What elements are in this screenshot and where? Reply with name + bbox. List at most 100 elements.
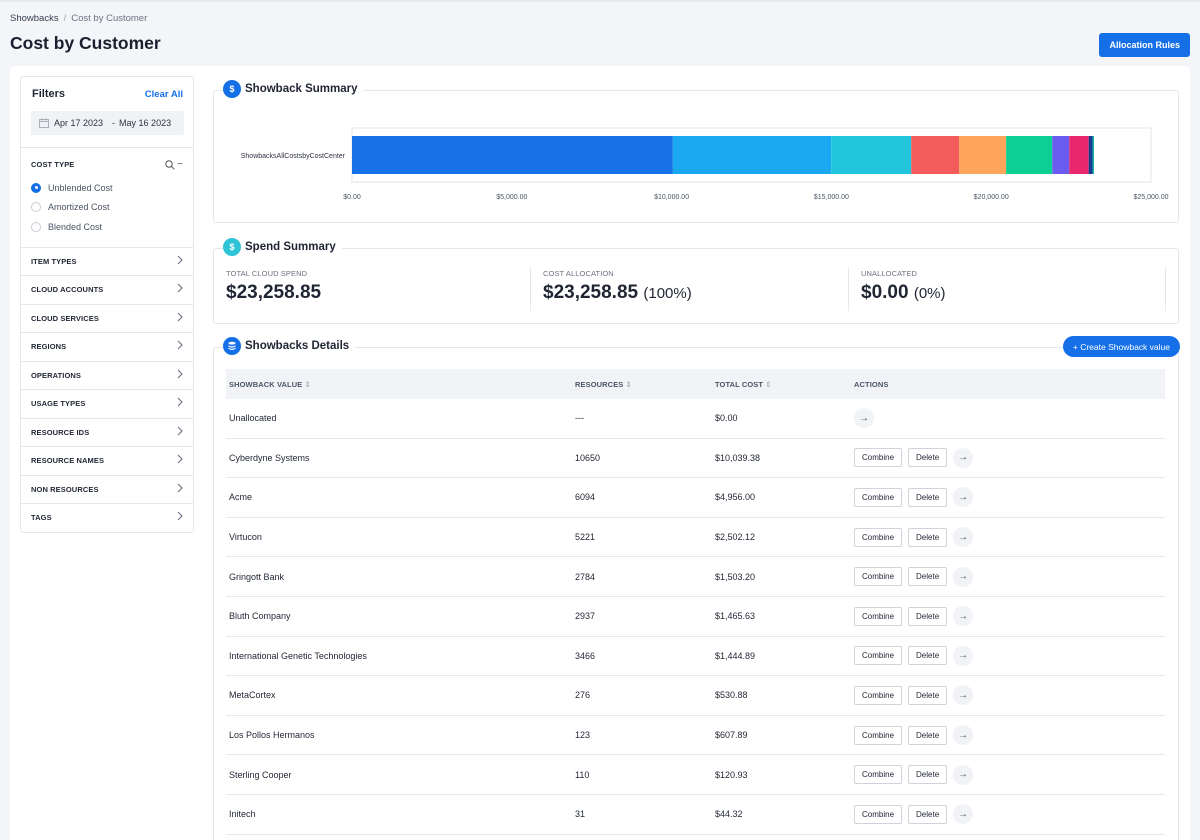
filter-category-usage-types[interactable]: USAGE TYPES [21,389,193,418]
filter-category-resource-ids[interactable]: RESOURCE IDS [21,417,193,447]
combine-button[interactable]: Combine [854,646,903,666]
cost-type-option[interactable]: Amortized Cost [31,198,183,218]
resources-cell: 5221 [575,532,596,543]
search-icon[interactable] [165,159,175,170]
delete-button[interactable]: Delete [908,448,948,468]
arrow-right-icon[interactable]: → [953,606,974,627]
arrow-right-icon[interactable]: → [953,725,974,746]
resources-cell: 110 [575,769,590,780]
spend-divider-3 [1165,267,1166,311]
radio-button[interactable] [31,182,41,193]
content-frame: Filters Clear All Apr 17 2023 - May 16 2… [10,66,1190,840]
table-row: Initech 31 $44.32 Combine Delete → [226,795,1165,835]
bar-segment [1069,136,1089,174]
chevron-right-icon [177,454,183,467]
arrow-right-icon[interactable]: → [953,804,974,825]
unallocated-value-row: $0.00 (0%) [861,282,946,304]
date-separator: - [112,118,116,128]
cost-type-label: COST TYPE [31,160,75,169]
filter-categories: ITEM TYPES CLOUD ACCOUNTS CLOUD SERVICES RE… [21,246,193,532]
col-total-cost[interactable]: TOTAL COST ⇕ [715,380,854,389]
combine-button[interactable]: Combine [854,685,903,705]
combine-button[interactable]: Combine [854,725,903,745]
total-cloud-spend: TOTAL CLOUD SPEND $23,258.85 [226,269,321,313]
table-row: Cyberdyne Systems 10650 $10,039.38 Combine D… [226,439,1165,479]
total-cost-cell: $607.89 [715,730,748,741]
sort-icon[interactable]: ⇕ [625,380,631,389]
delete-button[interactable]: Delete [908,527,948,547]
x-tick-label: $0.00 [343,194,361,201]
actions-cell: → [854,408,1165,429]
cost-type-option-label: Blended Cost [48,221,103,232]
combine-button[interactable]: Combine [854,606,903,626]
combine-button[interactable]: Combine [854,527,903,547]
combine-button[interactable]: Combine [854,448,903,468]
actions-cell: Combine Delete → [854,566,1165,587]
radio-button[interactable] [31,202,41,213]
table-row: Acme 6094 $4,956.00 Combine Delete → [226,478,1165,518]
arrow-right-icon[interactable]: → [953,447,974,468]
cost-type-option[interactable]: Blended Cost [31,217,183,237]
breadcrumb-showbacks[interactable]: Showbacks [10,13,59,24]
delete-button[interactable]: Delete [908,685,948,705]
col-actions: ACTIONS [854,380,1165,389]
cost-type-tools[interactable]: − [165,159,183,170]
chevron-right-icon [177,483,183,496]
collapse-minus-icon[interactable]: − [177,159,183,170]
filter-category-tags[interactable]: TAGS [21,503,193,532]
arrow-right-icon[interactable]: → [953,685,974,706]
filter-category-non-resources[interactable]: NON RESOURCES [21,474,193,504]
unallocated-percent: (0%) [913,285,946,302]
arrow-right-icon[interactable]: → [953,645,974,666]
allocation-rules-button[interactable]: Allocation Rules [1099,33,1190,57]
total-cost-cell: $1,465.63 [715,611,756,622]
clear-all-link[interactable]: Clear All [145,89,183,100]
sort-icon[interactable]: ⇕ [765,380,771,389]
showback-summary-header: $ Showback Summary [223,80,364,98]
total-cost-cell: $44.32 [715,809,743,820]
delete-button[interactable]: Delete [908,567,948,587]
spend-summary-card: TOTAL CLOUD SPEND $23,258.85 COST ALLOCA… [213,248,1179,324]
radio-button[interactable] [31,221,41,232]
arrow-right-icon[interactable]: → [953,764,974,785]
combine-button[interactable]: Combine [854,765,903,785]
combine-button[interactable]: Combine [854,567,903,587]
filter-category-item-types[interactable]: ITEM TYPES [21,246,193,276]
filter-category-cloud-accounts[interactable]: CLOUD ACCOUNTS [21,275,193,304]
showback-summary-card: ShowbacksAllCostsbyCostCenter $0.00 $5,000… [213,90,1179,223]
table-row: International Genetic Technologies 3466 $1… [226,637,1165,677]
delete-button[interactable]: Delete [908,765,948,785]
combine-button[interactable]: Combine [854,487,903,507]
create-showback-value-button[interactable]: + Create Showback value [1062,336,1180,357]
delete-button[interactable]: Delete [908,646,948,666]
chevron-right-icon [177,426,183,439]
combine-button[interactable]: Combine [854,804,903,824]
filter-category-resource-names[interactable]: RESOURCE NAMES [21,446,193,475]
filter-category-label: NON RESOURCES [31,484,99,494]
showbacks-details-header: Showbacks Details [223,337,356,355]
date-range-picker[interactable]: Apr 17 2023 - May 16 2023 [31,111,184,135]
sort-icon[interactable]: ⇕ [304,380,310,389]
filter-category-cloud-services[interactable]: CLOUD SERVICES [21,303,193,333]
col-resources[interactable]: RESOURCES ⇕ [575,380,715,389]
cost-allocation-value: $23,258.85 [543,282,639,303]
col-total-cost-label: TOTAL COST [715,379,764,389]
filter-category-operations[interactable]: OPERATIONS [21,360,193,390]
filters-title: Filters [32,88,66,100]
arrow-right-icon[interactable]: → [953,566,974,587]
cost-allocation-label: COST ALLOCATION [543,269,614,278]
actions-cell: Combine Delete → [854,527,1165,548]
arrow-right-icon[interactable]: → [953,527,974,548]
x-tick-label: $10,000.00 [654,194,689,201]
delete-button[interactable]: Delete [908,487,948,507]
delete-button[interactable]: Delete [908,606,948,626]
delete-button[interactable]: Delete [908,804,948,824]
filter-category-regions[interactable]: REGIONS [21,332,193,361]
showbacks-table: SHOWBACK VALUE ⇕ RESOURCES ⇕ TOTAL COST ⇕ A… [226,369,1165,835]
col-showback-value[interactable]: SHOWBACK VALUE ⇕ [226,380,575,389]
delete-button[interactable]: Delete [908,725,948,745]
arrow-right-icon[interactable]: → [953,487,974,508]
arrow-right-icon[interactable]: → [854,408,874,429]
cost-type-option[interactable]: Unblended Cost [31,178,183,198]
bar-segment [672,136,832,174]
